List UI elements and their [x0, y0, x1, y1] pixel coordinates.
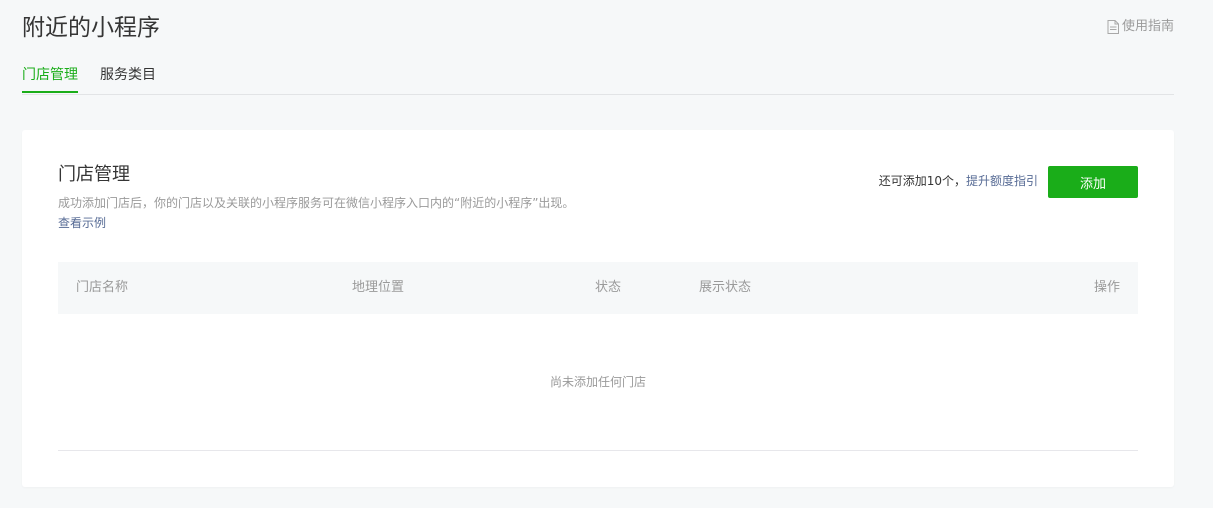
card-description: 成功添加门店后，你的门店以及关联的小程序服务可在微信小程序入口内的“附近的小程序… [58, 196, 575, 210]
store-table: 门店名称 地理位置 状态 展示状态 操作 尚未添加任何门店 [58, 262, 1138, 451]
store-management-card: 门店管理 成功添加门店后，你的门店以及关联的小程序服务可在微信小程序入口内的“附… [22, 130, 1174, 487]
card-title: 门店管理 [58, 164, 130, 185]
page-title: 附近的小程序 [22, 15, 160, 41]
quota-upgrade-link[interactable]: 提升额度指引 [966, 174, 1038, 188]
quota-info: 还可添加10个，提升额度指引 [879, 172, 1038, 190]
column-header-status: 状态 [595, 280, 622, 295]
tab-bar: 门店管理 服务类目 [22, 64, 1174, 95]
table-empty-row: 尚未添加任何门店 [58, 314, 1138, 451]
add-store-button[interactable]: 添加 [1048, 166, 1138, 198]
guide-link-label: 使用指南 [1121, 19, 1174, 34]
tab-store-management[interactable]: 门店管理 [22, 64, 78, 93]
empty-state-text: 尚未添加任何门店 [549, 375, 646, 389]
column-header-store-name: 门店名称 [76, 280, 129, 295]
tab-service-categories[interactable]: 服务类目 [100, 64, 156, 92]
view-example-link[interactable]: 查看示例 [58, 214, 106, 232]
table-header: 门店名称 地理位置 状态 展示状态 操作 [58, 262, 1138, 314]
document-icon [1106, 19, 1120, 35]
page-header: 附近的小程序 使用指南 门店管理 服务类目 [22, 0, 1174, 95]
column-header-display-status: 展示状态 [699, 280, 752, 295]
column-header-location: 地理位置 [352, 280, 405, 295]
guide-link[interactable]: 使用指南 [1106, 18, 1174, 36]
column-header-actions: 操作 [1093, 280, 1120, 295]
quota-text: 还可添加10个， [878, 174, 966, 188]
